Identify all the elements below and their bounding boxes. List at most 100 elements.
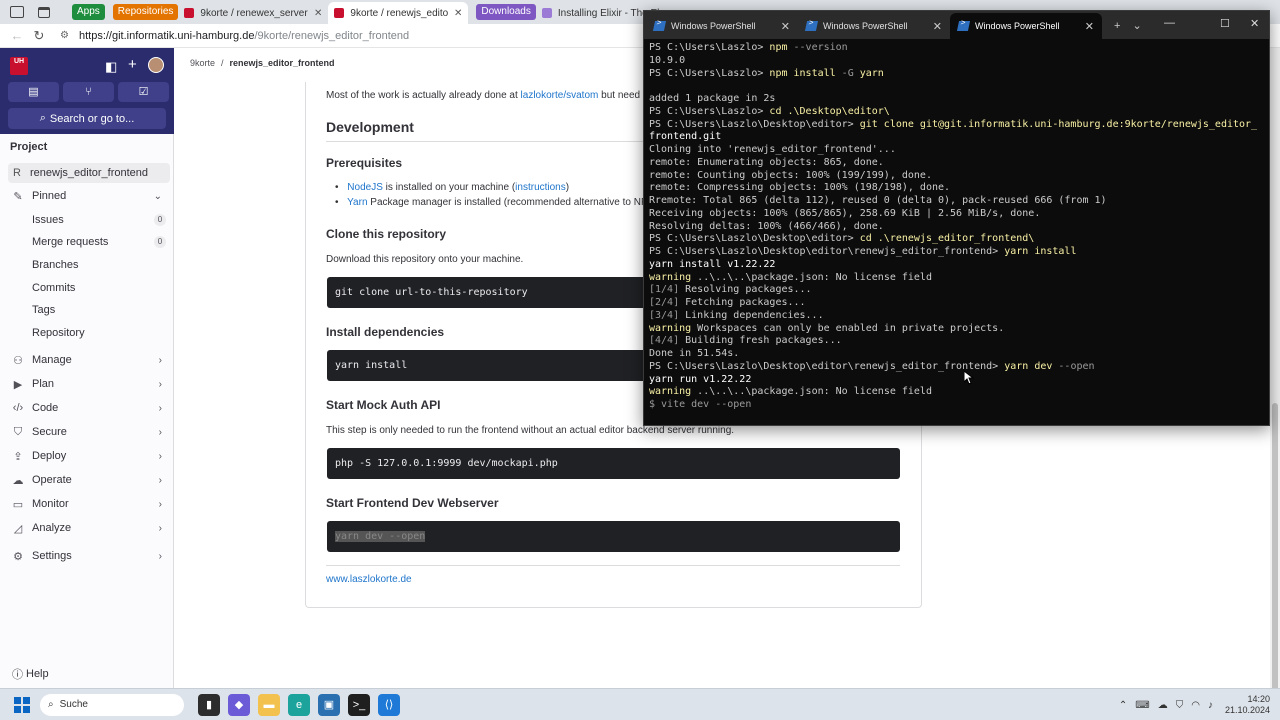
- search-or-go-to-button[interactable]: ⌕ Search or go to...: [8, 108, 166, 129]
- list-item-yarn: Yarn Package manager is installed (recom…: [335, 197, 648, 208]
- tab-search-icon[interactable]: [10, 6, 24, 18]
- bookmark-downloads[interactable]: Downloads: [476, 4, 536, 20]
- code-text-selected[interactable]: yarn dev --open: [335, 531, 426, 542]
- windows-start-icon[interactable]: [14, 696, 30, 713]
- terminal-line: yarn run v1.22.22: [649, 374, 1264, 387]
- close-tab-icon[interactable]: ✕: [933, 20, 942, 33]
- cloud-icon[interactable]: ☁: [1158, 700, 1168, 711]
- maximize-icon[interactable]: ☐: [1220, 17, 1230, 30]
- sidebar-item-operate[interactable]: ☁ Operate ›: [0, 470, 174, 490]
- sidebar-header: UH ◧ + ▤ ⑂ ☑ ⌕ Search or go to...: [0, 48, 174, 134]
- svatom-link[interactable]: lazlokorte/svatom: [521, 90, 599, 101]
- close-tab-icon[interactable]: ✕: [454, 8, 462, 19]
- browser-tab-renewjs-editor-frontend[interactable]: 9korte / renewjs_editor_frontend ✕: [328, 2, 469, 24]
- command-token: git clone git@git.informatik.uni-hamburg…: [859, 118, 1258, 130]
- chevron-down-icon[interactable]: ⌄: [1132, 13, 1141, 39]
- close-tab-icon[interactable]: ✕: [1085, 20, 1094, 33]
- sidebar-item-repository[interactable]: Repository: [32, 323, 166, 343]
- yarn-link[interactable]: Yarn: [347, 197, 367, 208]
- terminal-output[interactable]: PS C:\Users\Laszlo> npm --version 10.9.0 P…: [649, 42, 1264, 412]
- copilot-icon[interactable]: ◆: [228, 693, 250, 716]
- terminal-app-icon[interactable]: >_: [348, 693, 370, 716]
- tab-label: 9korte / renewjs_editor_frontend: [350, 7, 448, 19]
- footer: www.laszlokorte.de: [326, 574, 412, 585]
- keyboard-icon[interactable]: ⌨: [1135, 700, 1149, 711]
- scrollbar-thumb[interactable]: [1272, 403, 1278, 703]
- tab-overview-icon[interactable]: [38, 6, 50, 18]
- merge-requests-shortcut-button[interactable]: ⑂: [63, 82, 114, 102]
- clone-description: Download this repository onto your machi…: [326, 254, 524, 265]
- terminal-command: cd .\Desktop\editor\: [769, 106, 889, 117]
- volume-icon[interactable]: ♪: [1208, 700, 1213, 711]
- nodejs-link[interactable]: NodeJS: [347, 182, 383, 193]
- clock[interactable]: 14:20 21.10.2024: [1225, 694, 1270, 716]
- instructions-link[interactable]: instructions: [515, 182, 566, 193]
- shield-icon[interactable]: ⛉: [1176, 700, 1184, 711]
- command-token: npm install: [769, 67, 836, 79]
- sidebar-item-tags[interactable]: Tags: [32, 300, 166, 320]
- file-explorer-icon[interactable]: ▬: [258, 693, 280, 716]
- terminal-tab-3[interactable]: Windows PowerShell ✕: [950, 13, 1102, 39]
- uhh-logo-icon[interactable]: UH: [10, 57, 28, 75]
- sidebar-item-pinned[interactable]: ✎ Pinned ⌄: [0, 186, 174, 206]
- terminal-command: npm install -G yarn: [769, 68, 883, 79]
- code-block-mock[interactable]: php -S 127.0.0.1:9999 dev/mockapi.php: [327, 448, 900, 479]
- reload-icon[interactable]: ↻: [28, 28, 50, 44]
- sidebar-item-merge-requests[interactable]: Merge requests 0: [32, 232, 166, 252]
- vscode-icon[interactable]: ⟨⟩: [378, 693, 400, 716]
- avatar[interactable]: [148, 57, 164, 73]
- page-scrollbar[interactable]: [1270, 48, 1280, 703]
- back-arrow-icon[interactable]: ←: [6, 28, 28, 43]
- close-tab-icon[interactable]: ✕: [314, 8, 322, 19]
- bookmark-repositories[interactable]: Repositories: [112, 4, 179, 20]
- sidebar-item-branches[interactable]: Branches: [32, 255, 166, 275]
- breadcrumb-separator: /: [221, 58, 224, 68]
- terminal-tab-2[interactable]: Windows PowerShell ✕: [798, 13, 950, 39]
- browser-tab-renewex-server[interactable]: 9korte / renewex_server · GitLab ✕: [178, 2, 328, 24]
- help-button[interactable]: ⓘ Help: [12, 666, 49, 682]
- minimize-icon[interactable]: —: [1164, 17, 1175, 29]
- create-new-icon[interactable]: +: [128, 56, 137, 73]
- terminal-tab-label: Windows PowerShell: [975, 21, 1060, 31]
- task-view-icon[interactable]: ▮: [198, 693, 220, 716]
- sidebar-item-secure[interactable]: ⛉ Secure ›: [0, 422, 174, 442]
- sidebar-item-plan[interactable]: ▶ Plan ›: [0, 374, 174, 394]
- sidebar-item-commits[interactable]: Commits: [32, 278, 166, 298]
- sidebar-item-manage[interactable]: ⚇ Manage ›: [0, 350, 174, 370]
- sidebar-item-monitor[interactable]: ▭ Monitor ›: [0, 494, 174, 514]
- terminal-line: Resolving deltas: 100% (466/466), done.: [649, 221, 1264, 234]
- issues-shortcut-button[interactable]: ▤: [8, 82, 59, 102]
- sidebar-item-issues[interactable]: Issues 0: [32, 210, 166, 230]
- terminal-text: Building fresh packages...: [679, 335, 842, 347]
- sidebar-item-code[interactable]: ‹/› Code ›: [0, 398, 174, 418]
- bookmark-apps[interactable]: Apps: [72, 4, 105, 20]
- taskbar-search-box[interactable]: ⌕ Suche: [40, 693, 184, 716]
- sidebar-toggle-icon[interactable]: ◧: [105, 59, 117, 75]
- wifi-icon[interactable]: ◠: [1191, 700, 1200, 711]
- code-block-frontend[interactable]: yarn dev --open: [327, 521, 900, 552]
- breadcrumb-project-link[interactable]: renewjs_editor_frontend: [230, 58, 335, 68]
- breadcrumb-group-link[interactable]: 9korte: [190, 58, 215, 68]
- readme-intro: Most of the work is actually already don…: [326, 90, 640, 101]
- todos-shortcut-button[interactable]: ☑: [118, 82, 169, 102]
- terminal-tab-1[interactable]: Windows PowerShell ✕: [646, 13, 798, 39]
- sidebar-item-deploy[interactable]: ⇪ Deploy ›: [0, 446, 174, 466]
- chevron-up-icon[interactable]: ⌃: [1119, 700, 1127, 711]
- close-window-icon[interactable]: ✕: [1250, 17, 1259, 30]
- new-tab-icon[interactable]: +: [1114, 13, 1120, 39]
- website-link[interactable]: www.laszlokorte.de: [326, 574, 412, 585]
- terminal-line: Receiving objects: 100% (865/865), 258.6…: [649, 208, 1264, 221]
- sidebar-item-settings[interactable]: ⚙ Settings ›: [0, 546, 174, 566]
- sidebar-item-project[interactable]: R renewjs_editor_frontend: [8, 163, 170, 183]
- site-info-icon[interactable]: ⚙: [60, 30, 69, 41]
- terminal-text: remote: Enumerating objects: 865, done.: [649, 156, 884, 168]
- terminal-line: PS C:\Users\Laszlo> npm --version: [649, 42, 1264, 55]
- terminal-text: ..\..\..\package.json: No license field: [691, 271, 932, 283]
- sidebar-item-analyze[interactable]: ◿ Analyze ›: [0, 518, 174, 538]
- edge-browser-icon[interactable]: e: [288, 693, 310, 716]
- close-tab-icon[interactable]: ✕: [781, 20, 790, 33]
- url-field[interactable]: ⚙ https://git.informatik.uni-hamburg.de /…: [60, 30, 409, 42]
- heading-clone: Clone this repository: [326, 227, 447, 241]
- store-icon[interactable]: ▣: [318, 693, 340, 716]
- code-text: git clone url-to-this-repository: [335, 287, 528, 298]
